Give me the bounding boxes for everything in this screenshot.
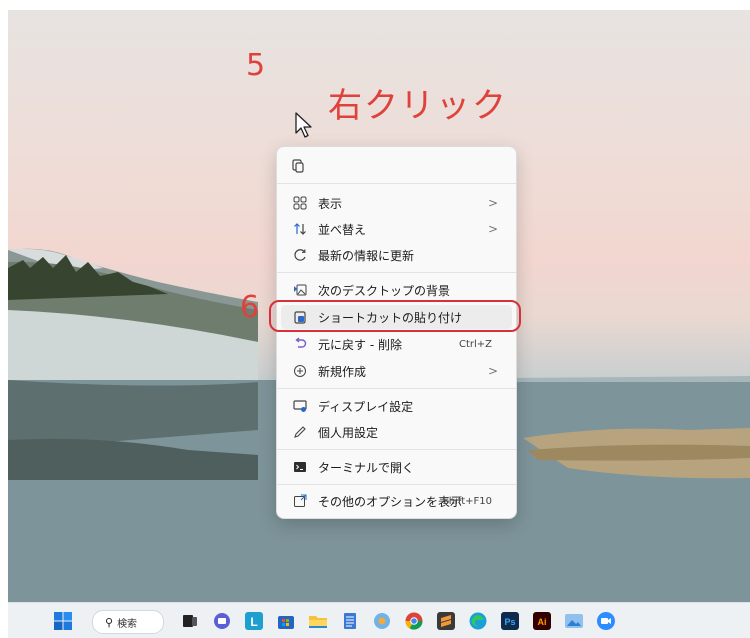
menu-item-label: ディスプレイ設定 — [318, 399, 414, 414]
menu-item-label: その他のオプションを表示 — [318, 494, 463, 509]
file-explorer-icon[interactable] — [308, 611, 328, 631]
photoshop-icon[interactable]: Ps — [500, 611, 520, 631]
menu-item-personalize[interactable]: 個人用設定 — [281, 420, 512, 444]
menu-item-label: 最新の情報に更新 — [318, 248, 415, 263]
store-icon[interactable] — [276, 611, 296, 631]
menu-separator — [277, 183, 516, 184]
taskbar: ⚲ 検索 L Ps Ai — [8, 602, 750, 638]
menu-separator — [277, 484, 516, 485]
menu-item-more-options[interactable]: その他のオプションを表示 Shift+F10 — [281, 489, 512, 513]
desktop-context-menu: 表示 > 並べ替え > 最新の情報に更新 次のデスクトップの背景 ショートカット… — [276, 146, 517, 519]
menu-item-open-terminal[interactable]: ターミナルで開く — [281, 455, 512, 479]
shortcut-label: Shift+F10 — [442, 495, 492, 507]
svg-text:L: L — [250, 615, 257, 629]
app-l-icon[interactable]: L — [244, 611, 264, 631]
menu-item-view[interactable]: 表示 > — [281, 191, 512, 215]
display-settings-icon — [290, 396, 310, 416]
menu-item-label: ターミナルで開く — [318, 460, 415, 475]
next-background-icon — [290, 280, 310, 300]
chat-icon[interactable] — [212, 611, 232, 631]
shortcut-label: Ctrl+Z — [458, 338, 492, 350]
task-view-icon[interactable] — [180, 611, 200, 631]
menu-item-display-settings[interactable]: ディスプレイ設定 — [281, 394, 512, 418]
mouse-cursor-icon — [295, 112, 312, 138]
new-icon — [290, 361, 310, 381]
chevron-right-icon: > — [487, 364, 498, 378]
grid-icon — [290, 193, 310, 213]
step-6-label: 6 — [240, 290, 260, 325]
menu-item-label: 元に戻す - 削除 — [318, 337, 402, 352]
menu-item-label: 新規作成 — [318, 364, 367, 379]
photos-icon[interactable] — [372, 611, 392, 631]
menu-item-refresh[interactable]: 最新の情報に更新 — [281, 243, 512, 267]
sublime-icon[interactable] — [436, 611, 456, 631]
menu-item-next-background[interactable]: 次のデスクトップの背景 — [281, 278, 512, 302]
menu-separator — [277, 449, 516, 450]
refresh-icon — [290, 245, 310, 265]
menu-item-label: 次のデスクトップの背景 — [318, 283, 451, 298]
right-click-label: 右クリック — [328, 86, 508, 126]
chevron-right-icon: > — [487, 222, 498, 236]
menu-separator — [277, 272, 516, 273]
search-box[interactable]: ⚲ 検索 — [92, 610, 164, 634]
search-icon: ⚲ — [105, 615, 114, 629]
chrome-icon[interactable] — [404, 611, 424, 631]
svg-text:Ps: Ps — [504, 617, 515, 627]
illustrator-icon[interactable]: Ai — [532, 611, 552, 631]
personalize-icon — [290, 422, 310, 442]
chevron-right-icon: > — [487, 196, 498, 210]
menu-item-sort[interactable]: 並べ替え > — [281, 217, 512, 241]
menu-item-label: 並べ替え — [318, 222, 367, 237]
menu-separator — [277, 388, 516, 389]
sort-icon — [290, 219, 310, 239]
terminal-icon — [290, 457, 310, 477]
copy-paste-icon[interactable] — [290, 158, 306, 174]
step-5-label: 5 — [246, 48, 266, 83]
undo-icon — [290, 334, 310, 354]
notepad-icon[interactable] — [340, 611, 360, 631]
search-label: 検索 — [117, 618, 138, 630]
highlight-ring — [269, 300, 521, 332]
svg-text:Ai: Ai — [538, 617, 547, 627]
menu-item-new[interactable]: 新規作成 > — [281, 359, 512, 383]
menu-item-label: 個人用設定 — [318, 425, 379, 440]
edge-icon[interactable] — [468, 611, 488, 631]
zoom-icon[interactable] — [596, 611, 616, 631]
menu-item-undo-delete[interactable]: 元に戻す - 削除 Ctrl+Z — [281, 332, 512, 356]
photo-viewer-icon[interactable] — [564, 611, 584, 631]
more-options-icon — [290, 491, 310, 511]
start-icon[interactable] — [53, 611, 73, 631]
menu-item-label: 表示 — [318, 196, 343, 211]
